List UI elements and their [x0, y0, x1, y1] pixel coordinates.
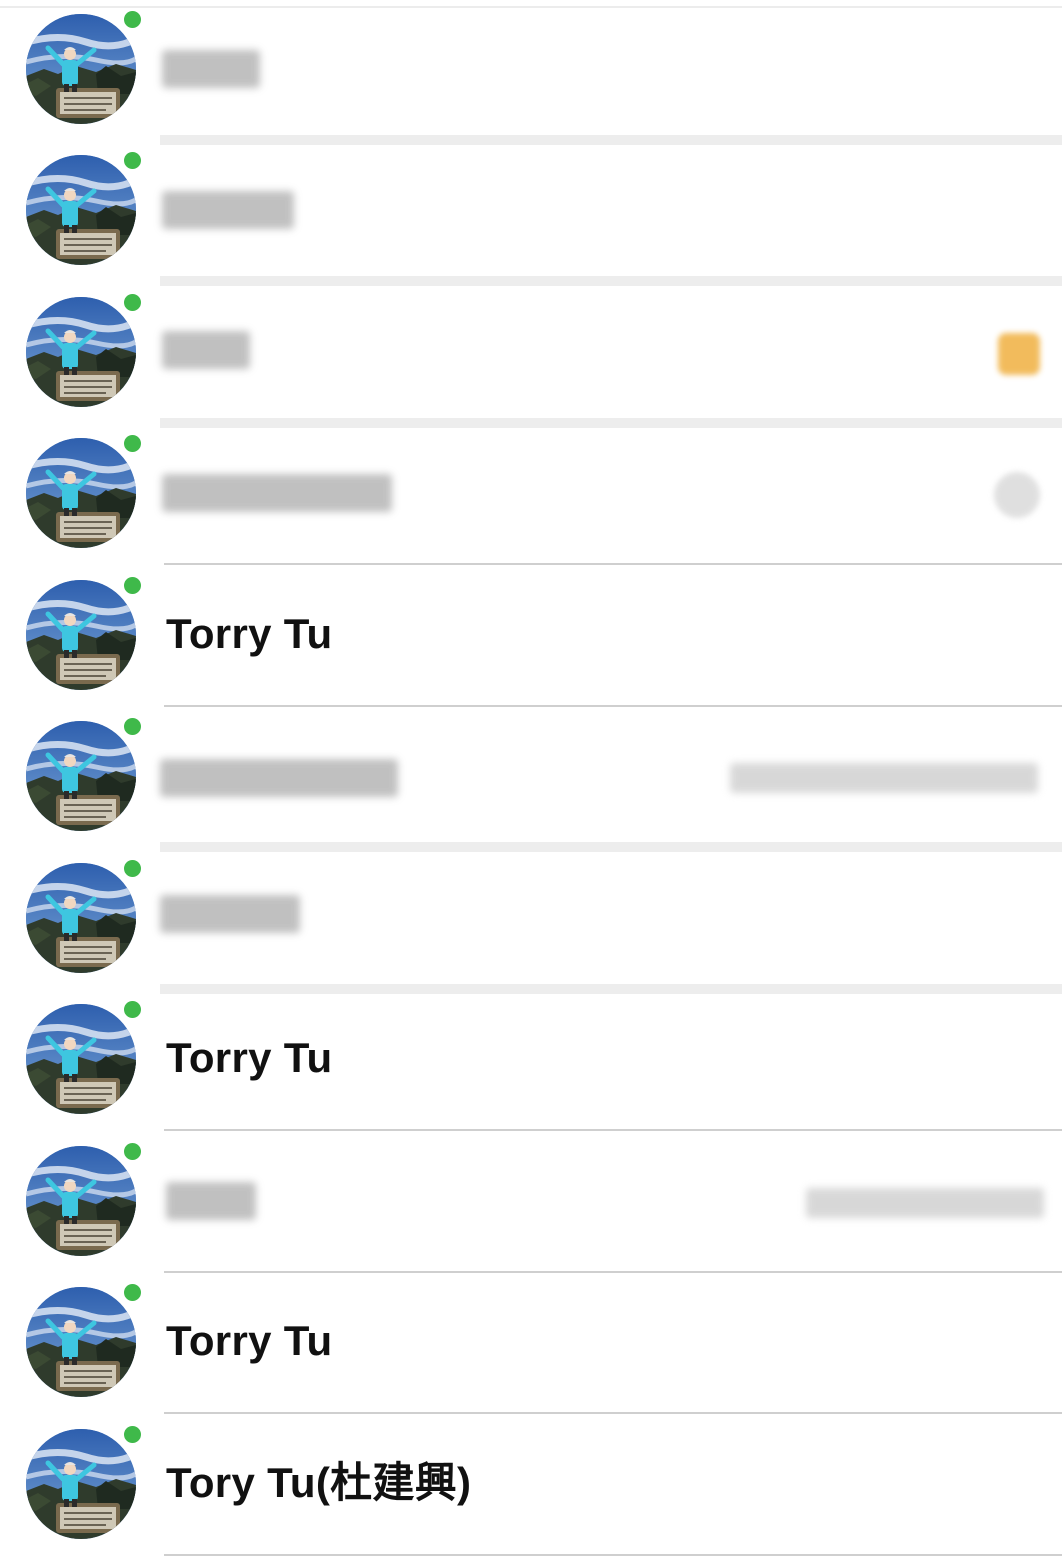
contact-row[interactable]: Torry Tu — [0, 566, 1062, 707]
online-status-icon — [121, 574, 144, 597]
contact-name: Torry Tu — [166, 1317, 333, 1364]
contact-row[interactable]: Torry Tu — [0, 990, 1062, 1131]
redacted-name — [162, 191, 294, 229]
online-status-icon — [121, 432, 144, 455]
contact-row[interactable] — [0, 141, 1062, 286]
contact-name: Tory Tu(杜建興) — [166, 1459, 472, 1506]
contact-row[interactable] — [0, 849, 1062, 994]
online-status-icon — [121, 715, 144, 738]
redacted-status-text — [730, 763, 1038, 793]
row-divider — [164, 563, 1062, 565]
row-divider — [164, 1129, 1062, 1131]
redacted-name — [160, 895, 300, 933]
contact-row[interactable]: Tory Tu(杜建興) — [0, 1415, 1062, 1556]
avatar[interactable] — [26, 863, 136, 973]
avatar[interactable] — [26, 1429, 136, 1539]
contact-name: Torry Tu — [166, 610, 333, 657]
contact-row[interactable] — [0, 424, 1062, 565]
avatar[interactable] — [26, 438, 136, 548]
online-status-icon — [121, 8, 144, 31]
row-divider — [164, 1412, 1062, 1414]
redacted-name — [162, 50, 260, 88]
status-icon — [994, 472, 1040, 518]
online-status-icon — [121, 1423, 144, 1446]
avatar[interactable] — [26, 14, 136, 124]
online-status-icon — [121, 291, 144, 314]
contact-row[interactable]: Torry Tu — [0, 1273, 1062, 1414]
avatar[interactable] — [26, 580, 136, 690]
avatar[interactable] — [26, 1287, 136, 1397]
redacted-name — [166, 1182, 256, 1220]
contact-row[interactable] — [0, 707, 1062, 852]
online-status-icon — [121, 149, 144, 172]
contact-row[interactable] — [0, 0, 1062, 145]
avatar[interactable] — [26, 1004, 136, 1114]
online-status-icon — [121, 857, 144, 880]
online-status-icon — [121, 1281, 144, 1304]
avatar[interactable] — [26, 297, 136, 407]
online-status-icon — [121, 998, 144, 1021]
online-status-icon — [121, 1140, 144, 1163]
redacted-name — [160, 759, 398, 797]
status-emoji-icon — [998, 333, 1040, 375]
contact-row[interactable] — [0, 1132, 1062, 1273]
redacted-status-text — [806, 1188, 1044, 1218]
redacted-name — [162, 331, 250, 369]
avatar[interactable] — [26, 1146, 136, 1256]
redacted-name — [162, 474, 392, 512]
avatar[interactable] — [26, 155, 136, 265]
avatar[interactable] — [26, 721, 136, 831]
contact-row[interactable] — [0, 283, 1062, 428]
contact-name: Torry Tu — [166, 1034, 333, 1081]
